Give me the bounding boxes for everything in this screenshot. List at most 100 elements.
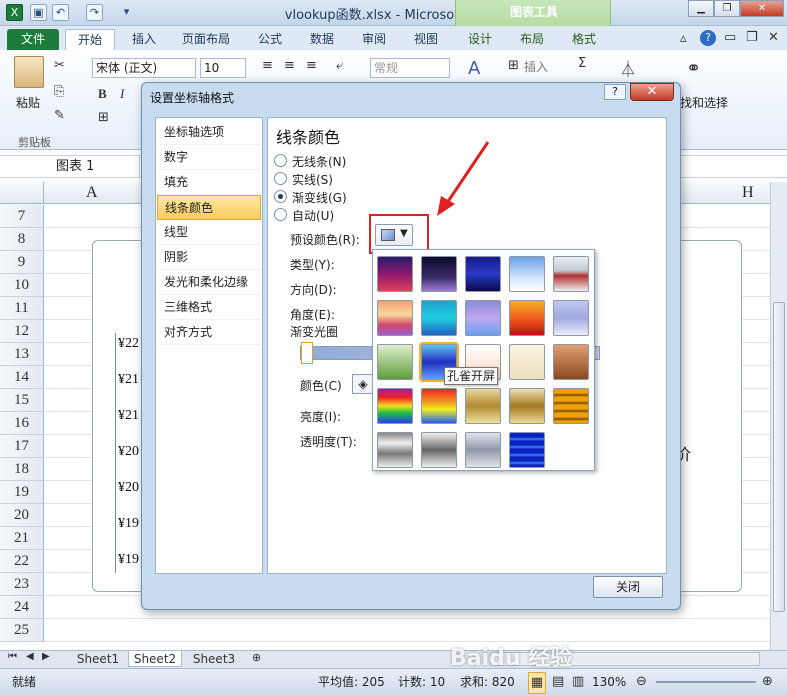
row-header[interactable]: 22 xyxy=(0,550,44,573)
format-painter-icon[interactable]: ✎ xyxy=(54,108,65,123)
workbook-restore-icon[interactable]: ❐ xyxy=(746,30,758,45)
minimize-button[interactable]: ▁ xyxy=(688,0,714,17)
nav-axis-options[interactable]: 坐标轴选项 xyxy=(157,120,261,145)
scroll-thumb[interactable] xyxy=(773,302,785,612)
row-header[interactable]: 11 xyxy=(0,297,44,320)
name-box[interactable]: 图表 1 xyxy=(0,156,140,177)
row-header[interactable]: 8 xyxy=(0,228,44,251)
page-layout-view-icon[interactable]: ▤ xyxy=(552,672,564,692)
preset-gradient-swatch[interactable] xyxy=(553,344,589,380)
nav-alignment[interactable]: 对齐方式 xyxy=(157,320,261,345)
help-icon[interactable]: ? xyxy=(700,30,716,46)
radio-solid-line[interactable] xyxy=(274,172,287,185)
column-a-header[interactable]: A xyxy=(86,184,98,202)
row-header[interactable]: 25 xyxy=(0,619,44,642)
nav-number[interactable]: 数字 xyxy=(157,145,261,170)
preset-gradient-swatch[interactable] xyxy=(509,300,545,336)
preset-gradient-swatch[interactable] xyxy=(553,256,589,292)
radio-no-line[interactable] xyxy=(274,154,287,167)
color-picker-icon[interactable]: ◈ xyxy=(352,374,374,394)
preset-gradient-swatch[interactable] xyxy=(465,300,501,336)
number-format-combo[interactable]: 常规 xyxy=(370,58,450,78)
tab-layout[interactable]: 布局 xyxy=(514,29,550,50)
tab-format[interactable]: 格式 xyxy=(566,29,602,50)
normal-view-icon[interactable]: ▦ xyxy=(528,672,546,694)
sheet-nav-prev-icon[interactable]: ◀ xyxy=(26,651,34,662)
preset-gradient-swatch[interactable] xyxy=(377,256,413,292)
preset-gradient-swatch[interactable] xyxy=(553,300,589,336)
gradient-stop-handle[interactable] xyxy=(301,342,313,364)
preset-gradient-swatch[interactable] xyxy=(377,300,413,336)
font-name-combo[interactable]: 宋体 (正文) xyxy=(92,58,196,78)
row-header[interactable]: 21 xyxy=(0,527,44,550)
column-h-header[interactable]: H xyxy=(742,184,754,202)
tab-formulas[interactable]: 公式 xyxy=(252,29,288,50)
close-button[interactable]: 关闭 xyxy=(593,576,663,598)
preset-gradient-swatch[interactable] xyxy=(465,432,501,468)
copy-icon[interactable]: ⎘ xyxy=(54,84,64,99)
wrap-text-icon[interactable]: ⤶ xyxy=(336,58,343,73)
preset-gradient-swatch[interactable] xyxy=(377,432,413,468)
nav-3d-format[interactable]: 三维格式 xyxy=(157,295,261,320)
row-header[interactable]: 10 xyxy=(0,274,44,297)
preset-gradient-swatch[interactable] xyxy=(377,388,413,424)
insert-cells-icon[interactable]: ⊞ xyxy=(508,58,519,73)
row-header[interactable]: 17 xyxy=(0,435,44,458)
preset-gradient-swatch[interactable] xyxy=(509,256,545,292)
preset-gradient-swatch[interactable] xyxy=(421,300,457,336)
nav-line-style[interactable]: 线型 xyxy=(157,220,261,245)
radio-automatic[interactable] xyxy=(274,208,287,221)
preset-gradient-swatch[interactable] xyxy=(421,256,457,292)
page-break-view-icon[interactable]: ▥ xyxy=(572,672,584,692)
select-all-corner[interactable] xyxy=(0,182,44,203)
row-header[interactable]: 20 xyxy=(0,504,44,527)
autosum-icon[interactable]: Σ xyxy=(578,56,586,71)
sheet-tab-sheet1[interactable]: Sheet1 xyxy=(72,651,124,667)
dialog-help-button[interactable]: ? xyxy=(604,84,626,100)
preset-gradient-swatch[interactable] xyxy=(509,432,545,468)
preset-gradient-swatch[interactable] xyxy=(465,256,501,292)
row-header[interactable]: 7 xyxy=(0,205,44,228)
tab-insert[interactable]: 插入 xyxy=(124,29,164,50)
tab-page-layout[interactable]: 页面布局 xyxy=(176,29,236,50)
align-bottom-icon[interactable]: ≡ xyxy=(306,58,317,73)
zoom-out-icon[interactable]: ⊖ xyxy=(636,672,647,692)
nav-glow-soft-edges[interactable]: 发光和柔化边缘 xyxy=(157,270,261,295)
tab-data[interactable]: 数据 xyxy=(304,29,340,50)
preset-gradient-swatch[interactable] xyxy=(465,388,501,424)
insert-cells-label[interactable]: 插入 xyxy=(524,58,548,75)
dialog-close-x-button[interactable]: ✕ xyxy=(630,83,674,101)
sheet-tab-sheet3[interactable]: Sheet3 xyxy=(188,651,240,667)
ribbon-collapse-icon[interactable]: ▵ xyxy=(680,31,687,46)
preset-gradient-swatch[interactable] xyxy=(509,344,545,380)
grid-row[interactable] xyxy=(44,619,770,642)
tab-home[interactable]: 开始 xyxy=(65,29,115,50)
sheet-tab-sheet2[interactable]: Sheet2 xyxy=(128,651,182,667)
font-size-combo[interactable]: 10 xyxy=(200,58,246,78)
zoom-in-icon[interactable]: ⊕ xyxy=(762,672,773,692)
row-header[interactable]: 12 xyxy=(0,320,44,343)
find-binoculars-icon[interactable]: ⚭ xyxy=(686,58,701,79)
sheet-nav-first-icon[interactable]: ⏮ xyxy=(8,651,17,662)
radio-gradient-line[interactable] xyxy=(274,190,287,203)
row-header[interactable]: 15 xyxy=(0,389,44,412)
italic-icon[interactable]: I xyxy=(120,86,124,102)
bold-icon[interactable]: B xyxy=(98,86,107,102)
row-header[interactable]: 9 xyxy=(0,251,44,274)
find-select-label[interactable]: 找和选择 xyxy=(680,94,728,111)
tab-view[interactable]: 视图 xyxy=(408,29,444,50)
zoom-slider[interactable] xyxy=(656,681,756,683)
sheet-nav-next-icon[interactable]: ▶ xyxy=(42,651,50,662)
row-header[interactable]: 16 xyxy=(0,412,44,435)
styles-icon[interactable]: A xyxy=(468,58,480,79)
paste-label[interactable]: 粘贴 xyxy=(16,94,40,111)
close-window-button[interactable]: ✕ xyxy=(740,0,784,17)
workbook-minimize-icon[interactable]: ▭ xyxy=(724,30,736,45)
tab-review[interactable]: 审阅 xyxy=(356,29,392,50)
preset-gradient-swatch[interactable] xyxy=(377,344,413,380)
preset-gradient-swatch[interactable] xyxy=(553,388,589,424)
insert-sheet-icon[interactable]: ⊕ xyxy=(252,651,261,664)
zoom-level[interactable]: 130% xyxy=(592,672,626,692)
vertical-scrollbar[interactable] xyxy=(770,182,787,650)
row-header[interactable]: 13 xyxy=(0,343,44,366)
